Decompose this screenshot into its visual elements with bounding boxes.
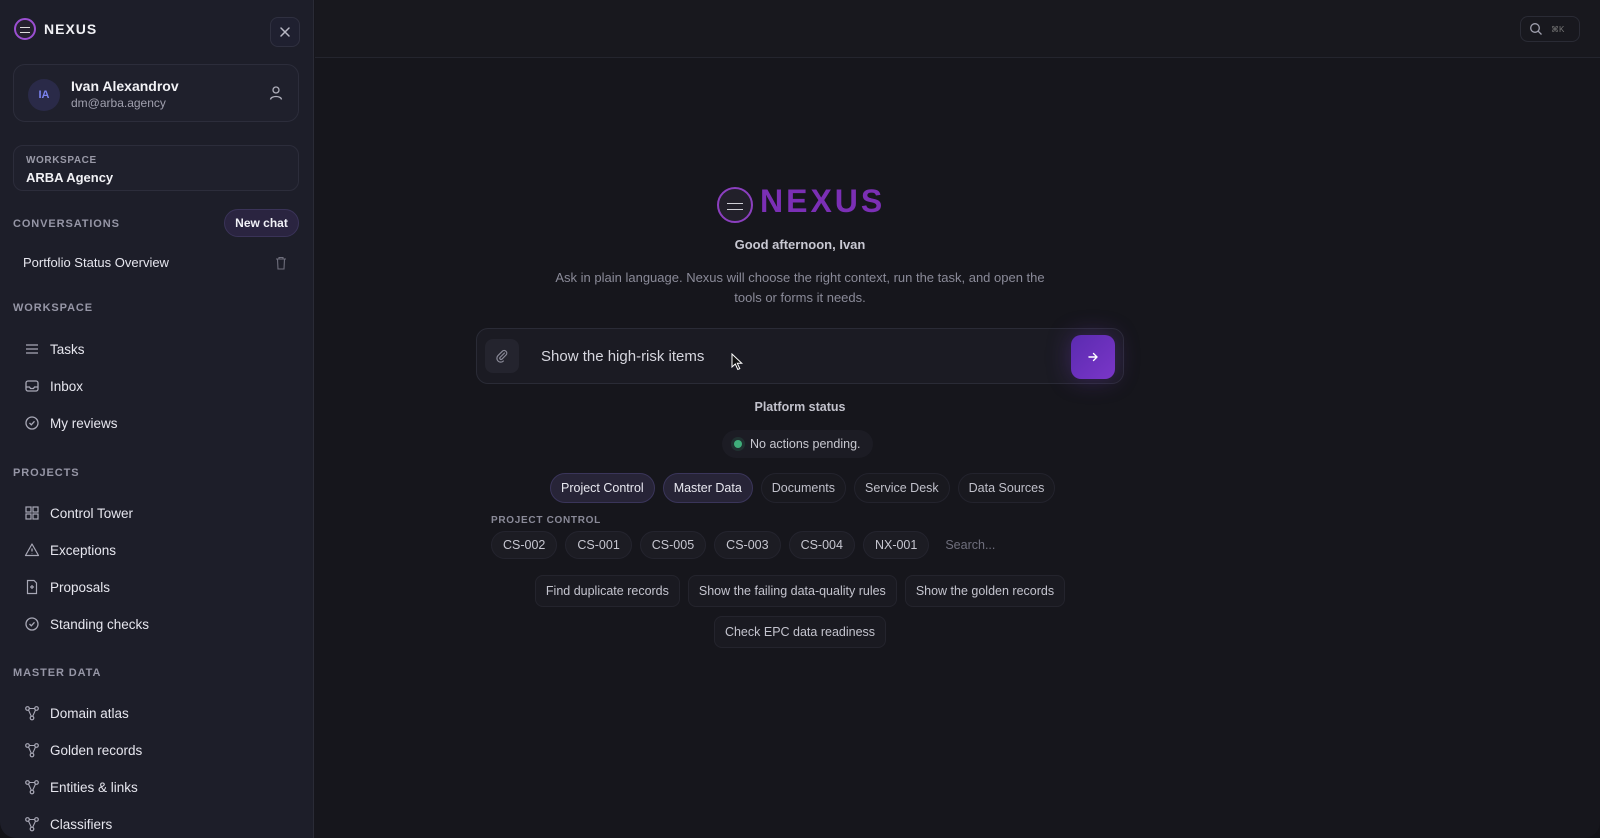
grid-icon (25, 506, 39, 520)
hero-title: NEXUS (760, 183, 886, 219)
arrow-right-icon (1088, 352, 1098, 362)
document-icon (26, 579, 38, 595)
shortcut-hint: ⌘K (1551, 24, 1565, 34)
user-email: dm@arba.agency (71, 96, 166, 110)
project-search-input[interactable]: Search... (937, 531, 1027, 559)
greeting: Good afternoon, Ivan (0, 237, 1600, 252)
close-icon (280, 27, 290, 37)
conversation-title: Portfolio Status Overview (23, 255, 169, 270)
nav-label: Entities & links (50, 779, 138, 795)
conversation-item[interactable]: Portfolio Status Overview (13, 250, 299, 276)
tab-project-control[interactable]: Project Control (550, 473, 655, 503)
tab-data-sources[interactable]: Data Sources (957, 473, 1056, 503)
send-button[interactable] (1071, 335, 1115, 379)
suggestion-chip[interactable]: Show the golden records (904, 575, 1066, 607)
status-message: No actions pending. (750, 437, 861, 451)
project-chip[interactable]: CS-001 (565, 531, 632, 559)
prompt-input-value[interactable]: Show the high-risk items (541, 348, 704, 365)
brand[interactable]: NEXUS (14, 18, 97, 40)
nav-label: Proposals (50, 579, 111, 595)
nexus-logo-icon (14, 18, 36, 40)
tab-service-desk[interactable]: Service Desk (854, 473, 950, 503)
project-chip[interactable]: CS-002 (491, 531, 558, 559)
close-sidebar-button[interactable] (270, 17, 300, 47)
project-chip[interactable]: CS-005 (639, 531, 707, 559)
nav-label: Tasks (50, 341, 85, 357)
check-circle-icon (25, 416, 39, 430)
nav-item-golden-records[interactable]: Golden records (24, 739, 142, 761)
workspace-name: ARBA Agency (26, 170, 114, 185)
nav-label: Golden records (50, 742, 143, 758)
nav-item-domain-atlas[interactable]: Domain atlas (24, 702, 129, 724)
mouse-cursor-icon (731, 353, 743, 371)
sidebar: NEXUS IA Ivan Alexandrov dm@arba.agency … (0, 0, 314, 838)
brand-name: NEXUS (44, 21, 98, 37)
nav-item-classifiers[interactable]: Classifiers (24, 813, 112, 835)
workspace-selector[interactable]: WORKSPACE ARBA Agency (13, 145, 299, 191)
greeting-text: Good afternoon, Ivan (734, 237, 866, 252)
project-control-heading: PROJECT CONTROL (491, 515, 601, 526)
nav-item-exceptions[interactable]: Exceptions (24, 539, 116, 561)
avatar: IA (28, 79, 60, 111)
suggestion-chip[interactable]: Show the failing data-quality rules (687, 575, 897, 607)
nav-item-my-reviews[interactable]: My reviews (24, 412, 118, 434)
nav-item-tasks[interactable]: Tasks (24, 338, 85, 360)
platform-status-title: Platform status (754, 400, 846, 414)
graph-icon (25, 780, 39, 795)
app-window: NEXUS IA Ivan Alexandrov dm@arba.agency … (0, 0, 1600, 838)
command-search-button[interactable]: ⌘K (1520, 16, 1580, 42)
nav-item-proposals[interactable]: Proposals (24, 576, 110, 598)
workspace-nav-heading: WORKSPACE (13, 302, 94, 314)
project-chip[interactable]: NX-001 (862, 531, 930, 559)
tab-documents[interactable]: Documents (760, 473, 847, 503)
attach-button[interactable] (485, 339, 519, 373)
search-icon (1530, 23, 1542, 35)
prompt-input[interactable]: Show the high-risk items (476, 328, 1124, 384)
list-icon (26, 344, 38, 354)
master-data-nav-heading: MASTER DATA (13, 667, 102, 679)
nav-item-inbox[interactable]: Inbox (24, 375, 83, 397)
status-badge: No actions pending. (722, 430, 873, 458)
nexus-logo-icon (717, 187, 753, 223)
nav-label: Control Tower (50, 505, 134, 521)
workspace-label: WORKSPACE (26, 155, 97, 166)
suggestion-chip[interactable]: Check EPC data readiness (713, 616, 887, 648)
hero-subtitle: Ask in plain language. Nexus will choose… (555, 270, 1045, 305)
nav-label: My reviews (50, 415, 118, 431)
projects-nav-heading: PROJECTS (13, 467, 80, 479)
project-chip[interactable]: CS-004 (788, 531, 855, 559)
project-chip[interactable]: CS-003 (714, 531, 781, 559)
check-circle-icon (25, 617, 39, 631)
user-profile-icon[interactable] (268, 85, 284, 101)
new-chat-button[interactable]: New chat (224, 209, 299, 237)
nav-item-control-tower[interactable]: Control Tower (24, 502, 133, 524)
trash-icon[interactable] (275, 256, 287, 270)
nav-item-entities-links[interactable]: Entities & links (24, 776, 138, 798)
topbar: ⌘K (315, 0, 1600, 58)
project-chips: CS-002 CS-001 CS-005 CS-003 CS-004 NX-00… (491, 531, 1027, 559)
graph-icon (25, 817, 39, 832)
user-name: Ivan Alexandrov (71, 78, 179, 94)
warning-icon (24, 543, 40, 557)
graph-icon (25, 743, 39, 758)
nav-label: Inbox (50, 378, 84, 394)
suggestion-chip[interactable]: Find duplicate records (534, 575, 680, 607)
graph-icon (25, 706, 39, 721)
nav-label: Standing checks (50, 616, 150, 632)
nav-label: Classifiers (50, 816, 113, 832)
inbox-icon (25, 380, 39, 392)
nav-label: Domain atlas (50, 705, 129, 721)
paperclip-icon (496, 349, 508, 363)
nav-item-standing-checks[interactable]: Standing checks (24, 613, 149, 635)
user-card[interactable]: IA Ivan Alexandrov dm@arba.agency (13, 64, 299, 122)
nav-label: Exceptions (50, 542, 117, 558)
domain-tabs: Project Control Master Data Documents Se… (550, 473, 1056, 503)
suggestion-list: Find duplicate records Show the failing … (528, 575, 1072, 648)
status-dot-icon (734, 440, 742, 448)
conversations-heading: CONVERSATIONS (13, 218, 120, 230)
tab-master-data[interactable]: Master Data (662, 473, 753, 503)
